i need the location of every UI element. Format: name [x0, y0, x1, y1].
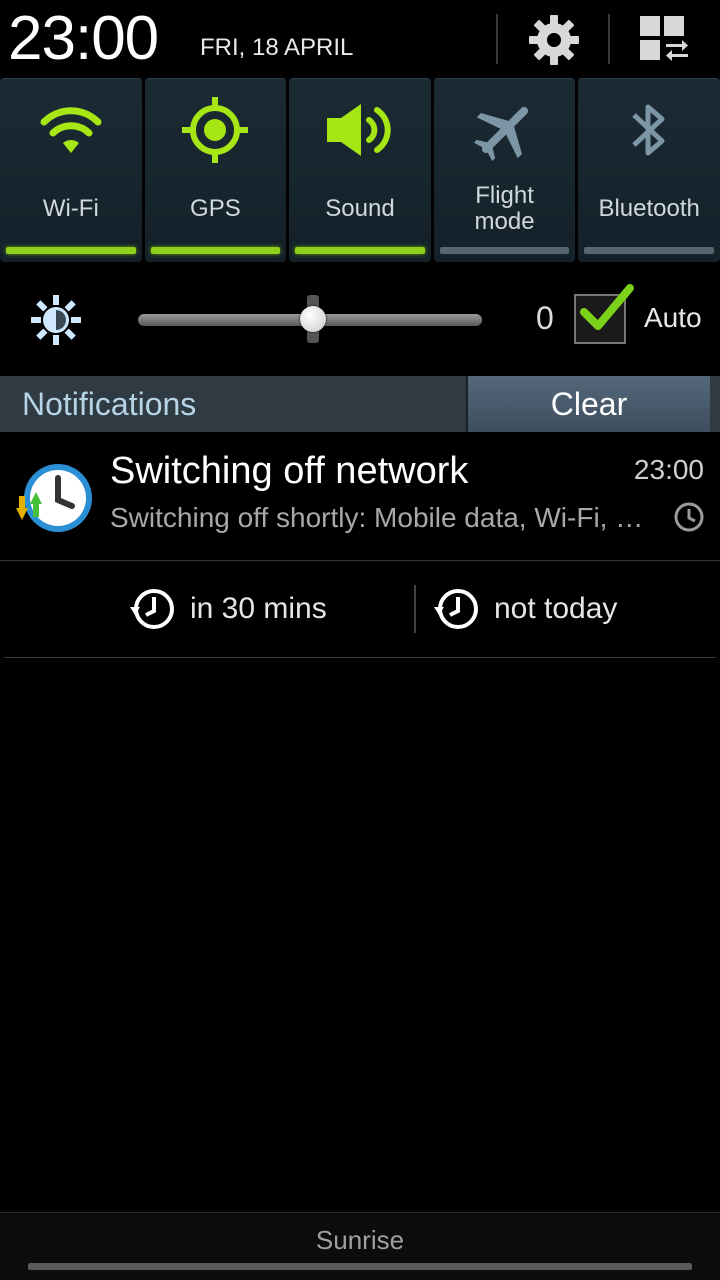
auto-brightness-checkbox[interactable]	[574, 284, 634, 344]
clock: 23:00	[8, 4, 159, 73]
panel-drag-handle[interactable]	[28, 1263, 692, 1270]
bluetooth-status-bar	[584, 247, 714, 254]
wifi-toggle[interactable]: Wi-Fi	[0, 78, 142, 262]
app-clock-icon	[16, 464, 92, 532]
bluetooth-toggle[interactable]: Bluetooth	[578, 78, 720, 262]
actions-bottom-divider	[4, 657, 716, 658]
brightness-value: 0	[536, 300, 554, 336]
header-divider	[608, 14, 610, 64]
settings-button[interactable]	[524, 10, 584, 70]
date: FRI, 18 APRIL	[200, 34, 354, 61]
gps-icon	[182, 97, 249, 163]
notifications-title: Notifications	[22, 386, 197, 422]
speaker-icon	[326, 104, 391, 156]
gps-toggle[interactable]: GPS	[144, 78, 287, 262]
not-today-label: not today	[494, 592, 618, 625]
notification-text: Switching off shortly: Mobile data, Wi-F…	[110, 502, 655, 533]
snooze-30-mins-label: in 30 mins	[190, 592, 327, 625]
notification-time: 23:00	[633, 454, 704, 485]
snooze-30-mins-button[interactable]: in 30 mins	[128, 561, 327, 657]
sound-status-bar	[295, 247, 425, 254]
quick-panel-edit-icon	[640, 16, 688, 61]
brightness-slider-thumb[interactable]	[300, 306, 327, 332]
sound-toggle[interactable]: Sound	[289, 78, 431, 262]
quick-panel-edit-button[interactable]	[634, 10, 694, 70]
notification-item[interactable]: Switching off network 23:00 Switching of…	[0, 432, 720, 560]
notification-title: Switching off network	[110, 450, 469, 492]
brightness-row: 0 Auto	[0, 262, 720, 376]
wifi-status-bar	[6, 247, 136, 254]
sound-label: Sound	[325, 195, 395, 222]
notification-actions: in 30 mins not today	[0, 561, 720, 657]
action-divider	[414, 585, 416, 633]
checkmark-icon	[580, 284, 634, 330]
gps-label: GPS	[190, 195, 241, 222]
clear-button[interactable]: Clear	[466, 376, 710, 432]
notifications-header: Notifications Clear	[0, 376, 720, 432]
panel-footer: Sunrise	[0, 1212, 720, 1280]
settings-gear-icon	[529, 15, 579, 65]
status-header: 23:00 FRI, 18 APRIL	[0, 0, 720, 78]
wifi-icon	[40, 107, 102, 153]
bluetooth-label: Bluetooth	[598, 195, 700, 222]
carrier-name: Sunrise	[315, 1225, 405, 1255]
not-today-button[interactable]: not today	[432, 561, 617, 657]
flight-mode-status-bar	[439, 247, 570, 254]
small-clock-icon	[674, 502, 704, 532]
snooze-clock-icon	[434, 589, 478, 629]
gps-status-bar	[150, 247, 281, 254]
auto-brightness-label: Auto	[644, 302, 702, 333]
snooze-clock-icon	[130, 589, 174, 629]
airplane-icon	[473, 106, 528, 162]
flight-mode-label: Flight mode	[474, 182, 535, 235]
quick-settings-panel: Wi-Fi GPS Sound Flight mode Bluetooth	[0, 78, 720, 262]
header-divider	[496, 14, 498, 64]
brightness-icon	[31, 295, 81, 345]
wifi-label: Wi-Fi	[42, 195, 99, 222]
flight-mode-toggle[interactable]: Flight mode	[433, 78, 576, 262]
bluetooth-icon	[632, 104, 665, 156]
